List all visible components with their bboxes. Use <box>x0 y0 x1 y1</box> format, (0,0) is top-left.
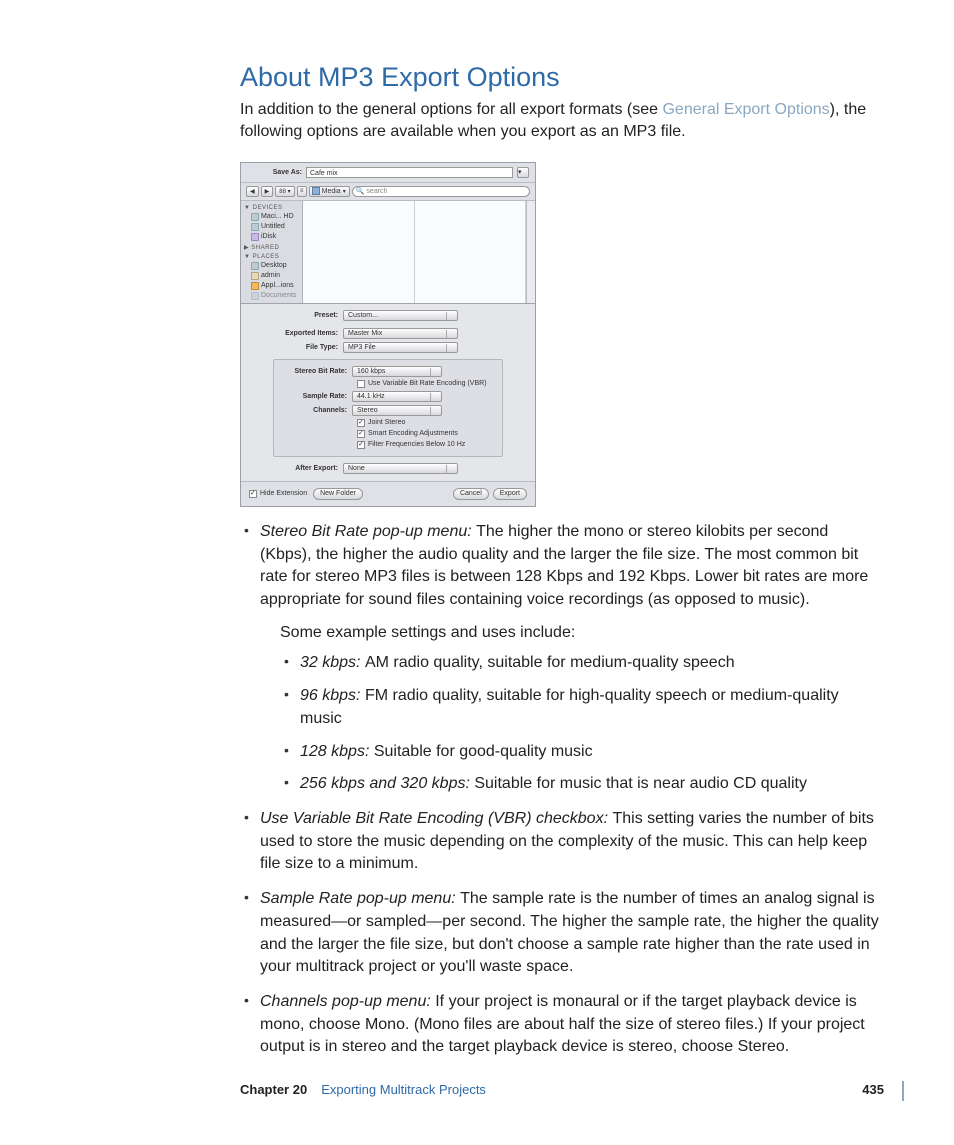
new-folder-button[interactable]: New Folder <box>313 488 363 500</box>
search-icon: 🔍 <box>356 187 365 195</box>
nav-back-button[interactable]: ◀ <box>246 186 259 197</box>
mp3-options-panel: Stereo Bit Rate:160 kbps Use Variable Bi… <box>273 359 503 457</box>
view-mode-button[interactable]: 88 ▾ <box>275 186 294 197</box>
channels-label: Channels: <box>282 407 352 414</box>
file-browser: ▼ DEVICES Maci... HD Untitled iDisk ▶ SH… <box>241 201 535 304</box>
sidebar-item[interactable]: Maci... HD <box>241 212 302 222</box>
example-sublist: 32 kbps: AM radio quality, suitable for … <box>280 652 884 796</box>
term: Use Variable Bit Rate Encoding (VBR) che… <box>260 810 612 827</box>
chapter-number: Chapter 20 <box>240 1082 307 1097</box>
exported-items-popup[interactable]: Master Mix <box>343 328 458 339</box>
footer-rule <box>902 1081 904 1101</box>
section-title: About MP3 Export Options <box>240 62 884 93</box>
intro-pre: In addition to the general options for a… <box>240 101 662 118</box>
after-export-label: After Export: <box>251 465 343 472</box>
samplerate-label: Sample Rate: <box>282 393 352 400</box>
disclosure-button[interactable]: ▾ <box>517 167 529 178</box>
term: 128 kbps: <box>300 743 374 760</box>
save-as-field[interactable]: Cafe mix <box>306 167 513 178</box>
followup-text: Some example settings and uses include: <box>280 622 884 645</box>
list-item: Sample Rate pop-up menu: The sample rate… <box>240 888 884 979</box>
term: Sample Rate pop-up menu: <box>260 890 460 907</box>
drive-icon <box>251 223 259 231</box>
cancel-button[interactable]: Cancel <box>453 488 489 500</box>
chapter-title: Exporting Multitrack Projects <box>321 1082 862 1097</box>
places-header[interactable]: ▼ PLACES <box>241 252 302 261</box>
general-export-options-link[interactable]: General Export Options <box>662 101 829 118</box>
joint-stereo-label: Joint Stereo <box>368 419 405 426</box>
file-type-label: File Type: <box>251 344 343 351</box>
hide-extension-label: Hide Extension <box>260 490 307 497</box>
description: AM radio quality, suitable for medium-qu… <box>365 654 735 671</box>
sidebar-item[interactable]: Untitled <box>241 222 302 232</box>
smart-encoding-checkbox[interactable] <box>357 430 365 438</box>
smart-encoding-label: Smart Encoding Adjustments <box>368 430 458 437</box>
browser-column[interactable] <box>303 201 415 303</box>
home-icon <box>251 272 259 280</box>
path-popup[interactable]: Media▾ <box>309 186 350 197</box>
page-number: 435 <box>862 1082 884 1097</box>
term: 256 kbps and 320 kbps: <box>300 775 474 792</box>
filter-freq-label: Filter Frequencies Below 10 Hz <box>368 441 465 448</box>
bitrate-popup[interactable]: 160 kbps <box>352 366 442 377</box>
intro-paragraph: In addition to the general options for a… <box>240 99 884 144</box>
scrollbar[interactable] <box>526 201 535 303</box>
sidebar-item[interactable]: Documents <box>241 291 302 301</box>
list-view-icon[interactable]: ≡ <box>297 186 307 197</box>
sidebar-item[interactable]: Appl...ions <box>241 281 302 291</box>
vbr-checkbox[interactable] <box>357 380 365 388</box>
list-item: Stereo Bit Rate pop-up menu: The higher … <box>240 521 884 796</box>
list-item: Use Variable Bit Rate Encoding (VBR) che… <box>240 808 884 876</box>
apps-icon <box>251 282 259 290</box>
hide-extension-checkbox[interactable] <box>249 490 257 498</box>
term: Channels pop-up menu: <box>260 993 435 1010</box>
list-item: 96 kbps: FM radio quality, suitable for … <box>280 685 884 730</box>
list-item: 128 kbps: Suitable for good-quality musi… <box>280 741 884 764</box>
after-export-popup[interactable]: None <box>343 463 458 474</box>
browser-column[interactable] <box>415 201 527 303</box>
idisk-icon <box>251 233 259 241</box>
page-footer: Chapter 20 Exporting Multitrack Projects… <box>240 1082 884 1097</box>
sidebar-item[interactable]: admin <box>241 271 302 281</box>
export-button[interactable]: Export <box>493 488 527 500</box>
folder-icon <box>251 292 259 300</box>
filter-freq-checkbox[interactable] <box>357 441 365 449</box>
export-dialog: Save As: Cafe mix ▾ ◀ ▶ 88 ▾ ≡ Media▾ 🔍s… <box>240 162 536 507</box>
devices-header[interactable]: ▼ DEVICES <box>241 203 302 212</box>
list-item: 256 kbps and 320 kbps: Suitable for musi… <box>280 773 884 796</box>
channels-popup[interactable]: Stereo <box>352 405 442 416</box>
term: 96 kbps: <box>300 687 365 704</box>
list-item: Channels pop-up menu: If your project is… <box>240 991 884 1059</box>
drive-icon <box>251 213 259 221</box>
preset-label: Preset: <box>251 312 343 319</box>
description: Suitable for good-quality music <box>374 743 593 760</box>
term: 32 kbps: <box>300 654 365 671</box>
description: FM radio quality, suitable for high-qual… <box>300 687 839 727</box>
vbr-label: Use Variable Bit Rate Encoding (VBR) <box>368 380 487 387</box>
save-as-label: Save As: <box>247 169 302 176</box>
search-field[interactable]: 🔍search <box>352 186 530 197</box>
desktop-icon <box>251 262 259 270</box>
exported-items-label: Exported Items: <box>251 330 343 337</box>
joint-stereo-checkbox[interactable] <box>357 419 365 427</box>
list-item: 32 kbps: AM radio quality, suitable for … <box>280 652 884 675</box>
shared-header[interactable]: ▶ SHARED <box>241 242 302 252</box>
file-type-popup[interactable]: MP3 File <box>343 342 458 353</box>
description: Suitable for music that is near audio CD… <box>474 775 807 792</box>
sidebar-item[interactable]: Desktop <box>241 261 302 271</box>
sidebar-item[interactable]: iDisk <box>241 232 302 242</box>
preset-popup[interactable]: Custom... <box>343 310 458 321</box>
nav-forward-button[interactable]: ▶ <box>261 186 274 197</box>
options-list: Stereo Bit Rate pop-up menu: The higher … <box>240 521 884 1059</box>
bitrate-label: Stereo Bit Rate: <box>282 368 352 375</box>
sidebar: ▼ DEVICES Maci... HD Untitled iDisk ▶ SH… <box>241 201 303 303</box>
term: Stereo Bit Rate pop-up menu: <box>260 523 476 540</box>
samplerate-popup[interactable]: 44.1 kHz <box>352 391 442 402</box>
